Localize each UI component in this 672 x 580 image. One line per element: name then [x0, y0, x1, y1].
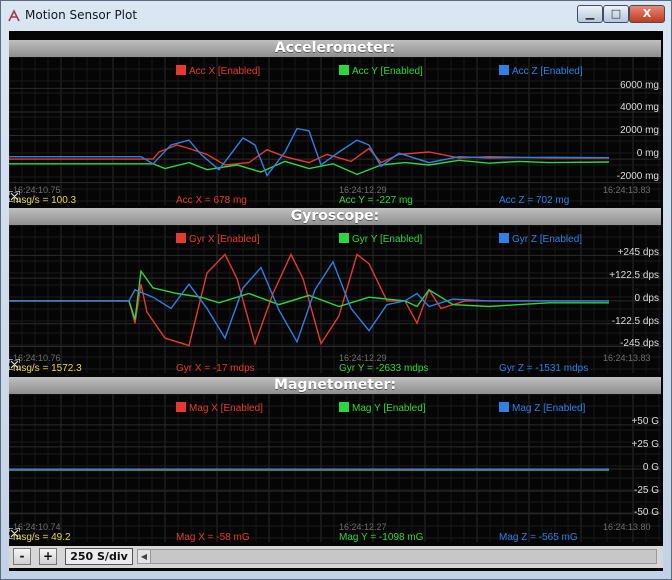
readout-gyr-x: Gyr X = -17 mdps — [176, 363, 255, 374]
y-tick-label: +245 dps — [617, 247, 659, 258]
title-bar[interactable]: Motion Sensor Plot ▁ □ X — [1, 1, 671, 31]
readout-mag-x: Mag X = -58 mG — [176, 532, 250, 543]
legend-label: Gyr Z [Enabled] — [512, 234, 583, 245]
timestamp-end: 16:24:13.80 — [603, 522, 651, 532]
readout-mag-z: Mag Z = -565 mG — [499, 532, 578, 543]
y-tick-label: 0 dps — [634, 293, 659, 304]
legend-swatch — [176, 402, 186, 412]
readout-acc-x: Acc X = 678 mg — [176, 195, 247, 206]
legend-gyr-z[interactable]: Gyr Z [Enabled] — [499, 233, 582, 245]
y-tick-label: -50 G — [633, 507, 659, 518]
magnetometer-panel: Magnetometer: Mag X [Enabled] Mag Y [Ena… — [9, 377, 661, 543]
y-tick-label: 0 G — [642, 462, 659, 473]
accelerometer-plot[interactable]: Acc X [Enabled] Acc Y [Enabled] Acc Z [E… — [9, 57, 661, 206]
y-tick-label: -2000 mg — [616, 171, 659, 182]
legend-swatch — [499, 402, 509, 412]
y-tick-label: 4000 mg — [620, 102, 659, 113]
legend-label: Mag Y [Enabled] — [352, 403, 426, 414]
y-tick-label: 6000 mg — [620, 80, 659, 91]
legend-label: Acc Y [Enabled] — [352, 66, 423, 77]
legend-swatch — [339, 233, 349, 243]
readout-acc-z: Acc Z = 702 mg — [499, 195, 570, 206]
readout-gyr-y: Gyr Y = -2633 mdps — [339, 363, 429, 374]
close-button[interactable]: X — [629, 5, 665, 23]
timestamp-start: 16:24:10.74 — [13, 522, 61, 532]
panel-title: Gyroscope: — [9, 208, 661, 225]
timestamp-end: 16:24:13.83 — [603, 353, 651, 363]
y-tick-label: -122.5 dps — [611, 316, 659, 327]
samples-per-div-label: 250 S/div — [65, 548, 133, 565]
legend-label: Gyr X [Enabled] — [189, 234, 260, 245]
fit-view-icon[interactable] — [9, 528, 20, 539]
fit-view-icon[interactable] — [9, 359, 20, 370]
legend-mag-z[interactable]: Mag Z [Enabled] — [499, 402, 585, 414]
horizontal-scrollbar[interactable]: ◀ — [137, 549, 657, 564]
message-rate: msg/s = 1572.3 — [13, 363, 82, 374]
readout-mag-y: Mag Y = -1098 mG — [339, 532, 424, 543]
legend-swatch — [339, 65, 349, 75]
y-tick-label: +122.5 dps — [609, 270, 659, 281]
magnetometer-plot[interactable]: Mag X [Enabled] Mag Y [Enabled] Mag Z [E… — [9, 394, 661, 543]
app-icon — [8, 9, 20, 22]
motion-sensor-window: Motion Sensor Plot ▁ □ X Accelerometer: … — [0, 0, 672, 580]
magnetometer-chart[interactable] — [9, 394, 661, 542]
panel-title: Accelerometer: — [9, 40, 661, 57]
message-rate: msg/s = 49.2 — [13, 532, 71, 543]
legend-label: Mag Z [Enabled] — [512, 403, 586, 414]
timestamp-start: 16:24:10.76 — [13, 353, 61, 363]
series-gyr-x — [9, 252, 609, 347]
panel-title: Magnetometer: — [9, 377, 661, 394]
readout-acc-y: Acc Y = -227 mg — [339, 195, 413, 206]
y-tick-label: +25 G — [631, 439, 659, 450]
legend-gyr-y[interactable]: Gyr Y [Enabled] — [339, 233, 422, 245]
legend-swatch — [339, 402, 349, 412]
fit-view-icon[interactable] — [9, 191, 20, 202]
timestamp-mid: 16:24:12.29 — [339, 353, 387, 363]
legend-swatch — [499, 233, 509, 243]
accelerometer-panel: Accelerometer: Acc X [Enabled] Acc Y [En… — [9, 40, 661, 206]
time-scale-bar: - + 250 S/div ◀ — [9, 546, 663, 568]
legend-mag-x[interactable]: Mag X [Enabled] — [176, 402, 263, 414]
zoom-out-button[interactable]: - — [13, 548, 31, 565]
minimize-button[interactable]: ▁ — [577, 5, 603, 23]
y-tick-label: 2000 mg — [620, 125, 659, 136]
legend-acc-z[interactable]: Acc Z [Enabled] — [499, 65, 583, 77]
timestamp-mid: 16:24:12.29 — [339, 185, 387, 195]
legend-acc-x[interactable]: Acc X [Enabled] — [176, 65, 260, 77]
legend-acc-y[interactable]: Acc Y [Enabled] — [339, 65, 423, 77]
accelerometer-chart[interactable] — [9, 57, 661, 205]
y-tick-label: -245 dps — [620, 338, 659, 349]
gyroscope-chart[interactable] — [9, 225, 661, 373]
gyroscope-plot[interactable]: Gyr X [Enabled] Gyr Y [Enabled] Gyr Z [E… — [9, 225, 661, 374]
legend-label: Mag X [Enabled] — [189, 403, 263, 414]
legend-swatch — [176, 233, 186, 243]
timestamp-mid: 16:24:12.27 — [339, 522, 387, 532]
y-tick-label: 0 mg — [636, 148, 659, 159]
maximize-button[interactable]: □ — [603, 5, 629, 23]
legend-label: Acc Z [Enabled] — [512, 66, 583, 77]
y-tick-label: +50 G — [631, 416, 659, 427]
message-rate: msg/s = 100.3 — [13, 195, 77, 206]
legend-label: Acc X [Enabled] — [189, 66, 261, 77]
window-title: Motion Sensor Plot — [25, 8, 138, 22]
timestamp-start: 16:24:10.75 — [13, 185, 61, 195]
legend-swatch — [499, 65, 509, 75]
readout-gyr-z: Gyr Z = -1531 mdps — [499, 363, 589, 374]
scroll-left-icon[interactable]: ◀ — [138, 550, 151, 563]
legend-label: Gyr Y [Enabled] — [352, 234, 423, 245]
gyroscope-panel: Gyroscope: Gyr X [Enabled] Gyr Y [Enable… — [9, 208, 661, 374]
legend-mag-y[interactable]: Mag Y [Enabled] — [339, 402, 426, 414]
legend-swatch — [176, 65, 186, 75]
timestamp-end: 16:24:13.83 — [603, 185, 651, 195]
zoom-in-button[interactable]: + — [39, 548, 57, 565]
legend-gyr-x[interactable]: Gyr X [Enabled] — [176, 233, 260, 245]
y-tick-label: -25 G — [633, 485, 659, 496]
